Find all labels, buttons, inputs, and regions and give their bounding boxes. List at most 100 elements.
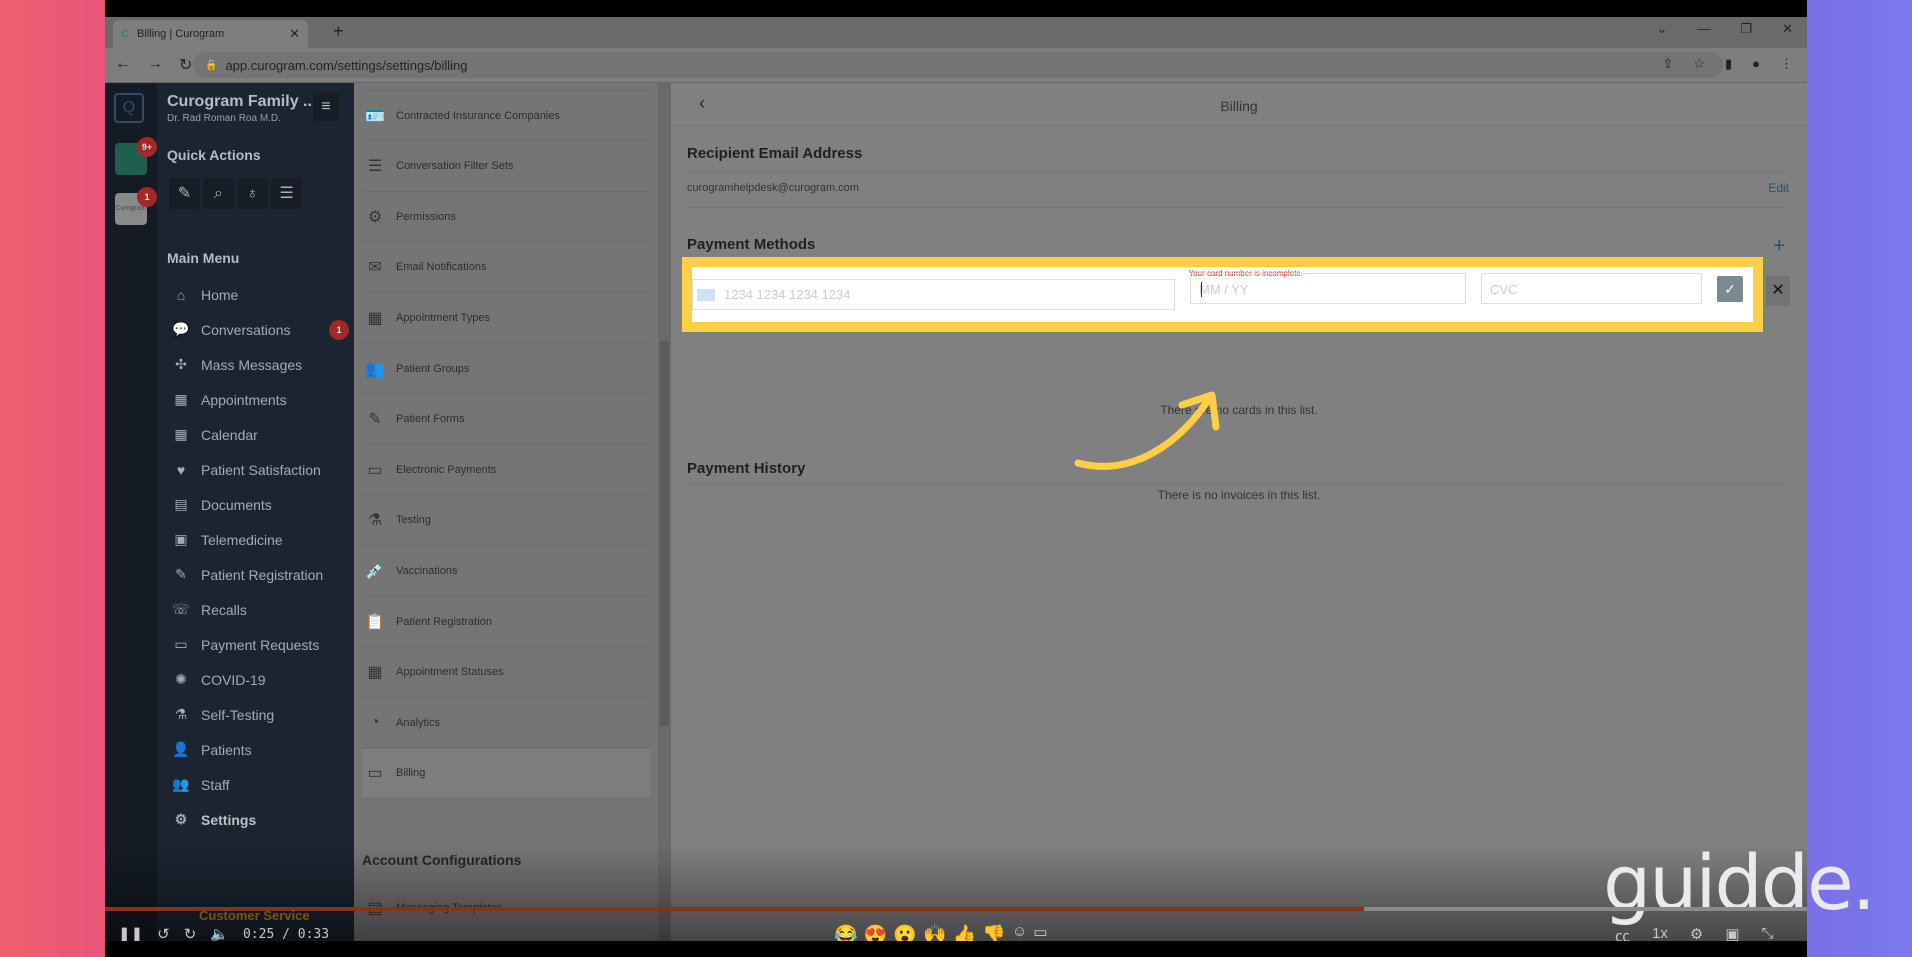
filter-sliders-icon[interactable]: ☰ [271, 178, 302, 209]
settings-item-appointment-types[interactable]: ▦ Appointment Types [362, 293, 650, 344]
no-invoices-message: There is no invoices in this list. [1157, 488, 1321, 502]
sidebar-item-conversations[interactable]: 💬 Conversations 1 [169, 312, 349, 347]
reload-icon[interactable]: ↻ [179, 55, 192, 75]
scrollbar-thumb[interactable] [660, 341, 669, 726]
settings-item-label: Patient Forms [396, 413, 465, 426]
main-menu: ⌂ Home 💬 Conversations 1 ✣ Mass Messages ▦ Appoi… [169, 277, 349, 837]
card-number-input[interactable]: 1234 1234 1234 1234 [692, 279, 1175, 310]
settings-item-testing[interactable]: ⚗ Testing [362, 496, 650, 546]
bookmark-star-icon[interactable]: ☆ [1693, 56, 1705, 72]
settings-item-email-notifications[interactable]: ✉ Email Notifications [362, 243, 650, 293]
close-window-icon[interactable]: ✕ [1782, 21, 1793, 37]
payment-history-heading: Payment History [687, 460, 806, 477]
settings-item-patient-forms[interactable]: ✎ Patient Forms [362, 395, 650, 445]
settings-item-analytics[interactable]: ◔ Analytics [362, 698, 650, 749]
main-menu-heading: Main Menu [167, 250, 240, 266]
settings-item-patient-groups[interactable]: 👥 Patient Groups [362, 344, 650, 394]
sidebar-item-label: Self-Testing [201, 706, 275, 723]
settings-item-label: Conversation Filter Sets [396, 160, 514, 173]
settings-item-label: Patient Groups [396, 362, 470, 375]
sidebar-item-telemedicine[interactable]: ▣ Telemedicine [169, 522, 349, 557]
sidebar-item-staff[interactable]: 👥 Staff [169, 767, 349, 802]
letterbox-top [105, 0, 1807, 17]
sidebar-item-covid-19[interactable]: ✺ COVID-19 [169, 662, 349, 697]
annotation-arrow-icon [1074, 391, 1220, 470]
sidebar-item-payment-requests[interactable]: ▭ Payment Requests [169, 627, 349, 662]
conversations-badge: 1 [329, 319, 349, 340]
sidebar-item-patients[interactable]: 👤 Patients [169, 732, 349, 767]
video-progress-bar[interactable] [105, 907, 1807, 911]
patient-registration-icon: ✎ [175, 566, 187, 582]
restore-icon[interactable]: ❐ [1740, 21, 1752, 37]
appointment-statuses-icon: ▦ [367, 664, 383, 682]
settings-item-billing[interactable]: ▭ Billing [362, 748, 650, 799]
sidebar-item-patient-registration[interactable]: ✎ Patient Registration [169, 557, 349, 592]
sidebar-item-label: Documents [201, 496, 272, 513]
settings-item-vaccinations[interactable]: 💉 Vaccinations [362, 546, 650, 597]
sidebar-item-appointments[interactable]: ▦ Appointments [169, 382, 349, 417]
sidebar-item-patient-satisfaction[interactable]: ♥ Patient Satisfaction [169, 452, 349, 487]
browser-tab[interactable]: C Billing | Curogram ✕ [113, 20, 308, 48]
close-tab-icon[interactable]: ✕ [289, 26, 300, 42]
cvc-input[interactable]: CVC [1481, 273, 1702, 304]
sidebar-item-calendar[interactable]: ▦ Calendar [169, 417, 349, 452]
calendar-icon: ▦ [174, 426, 188, 442]
sidebar-item-recalls[interactable]: ☏ Recalls [169, 592, 349, 627]
patient-icon[interactable]: ♁ [237, 178, 268, 209]
electronic-payments-icon: ▭ [367, 461, 383, 479]
tab-bar: C Billing | Curogram ✕ + ⌄ — ❐ ✕ [105, 17, 1807, 48]
settings-item-label: Permissions [396, 210, 456, 223]
app: Q 9+ Curogram 1 Curogram Family ... Dr. … [105, 83, 1807, 941]
sidebar-item-self-testing[interactable]: ⚗ Self-Testing [169, 697, 349, 732]
tab-search-icon[interactable]: ⌄ [1657, 21, 1668, 37]
sidebar-item-home[interactable]: ⌂ Home [169, 277, 349, 312]
forward-icon[interactable]: → [147, 55, 163, 75]
home-icon: ⌂ [176, 286, 186, 303]
minimize-icon[interactable]: — [1697, 21, 1710, 37]
browser-window: C Billing | Curogram ✕ + ⌄ — ❐ ✕ ← → ↻ 🔒 app.cur… [105, 17, 1807, 941]
doctor-name: Dr. Rad Roman Roa M.D. [167, 113, 281, 124]
org-name[interactable]: Curogram Family ... [167, 93, 316, 111]
edit-email-link[interactable]: Edit [1768, 181, 1789, 195]
sidebar-item-settings[interactable]: ⚙ Settings [169, 802, 349, 837]
highlight-box: Your card number is incomplete. 1234 123… [682, 257, 1763, 332]
side-panel-icon[interactable]: ▮ [1725, 56, 1732, 72]
chapter-label: Customer Service [199, 908, 310, 923]
settings-item-electronic-payments[interactable]: ▭ Electronic Payments [362, 445, 650, 496]
sidebar-item-label: Patient Registration [201, 566, 324, 583]
settings-item-contracted-insurance-companies[interactable]: 🪪 Contracted Insurance Companies [362, 91, 650, 141]
settings-scrollbar[interactable] [658, 83, 671, 941]
sidebar-item-documents[interactable]: ▤ Documents [169, 487, 349, 522]
card-form: Your card number is incomplete. 1234 123… [692, 267, 1753, 322]
appointment-types-icon: ▦ [367, 309, 383, 327]
share-icon[interactable]: ⇪ [1662, 56, 1673, 72]
settings-item-conversation-filter-sets[interactable]: ☰ Conversation Filter Sets [362, 142, 650, 192]
rail-badge: 9+ [137, 137, 157, 157]
settings-item-partial[interactable] [362, 83, 650, 91]
patients-icon: 👤 [172, 741, 190, 757]
recipient-email-heading: Recipient Email Address [687, 145, 863, 162]
confirm-check-button[interactable]: ✓ [1717, 276, 1743, 302]
cancel-x-button[interactable]: ✕ [1766, 276, 1790, 306]
new-tab-button[interactable]: + [333, 21, 344, 42]
settings-item-permissions[interactable]: ⚙ Permissions [362, 192, 650, 243]
profile-avatar[interactable]: ● [1752, 56, 1760, 72]
compose-icon[interactable]: ✎ [169, 178, 200, 209]
search-icon[interactable]: ⌕ [203, 178, 234, 209]
divider [687, 483, 1787, 484]
url-input[interactable]: 🔒 app.curogram.com/settings/settings/bill… [193, 52, 1723, 78]
add-payment-method-icon[interactable]: + [1773, 235, 1785, 258]
sidebar-item-mass-messages[interactable]: ✣ Mass Messages [169, 347, 349, 382]
expiry-input[interactable]: MM / YY [1190, 273, 1466, 304]
patient-forms-icon: ✎ [368, 411, 382, 429]
back-icon[interactable]: ← [115, 55, 131, 75]
patient-groups-icon: 👥 [365, 360, 385, 378]
conversation-filter-sets-icon: ☰ [367, 158, 383, 176]
menu-kebab-icon[interactable]: ⋮ [1780, 56, 1793, 72]
settings-item-patient-registration[interactable]: 📋 Patient Registration [362, 597, 650, 647]
settings-item-appointment-statuses[interactable]: ▦ Appointment Statuses [362, 648, 650, 698]
curogram-logo-icon[interactable]: Q [114, 93, 144, 123]
hamburger-menu-icon[interactable]: ≡ [313, 93, 339, 121]
sidebar-item-label: Calendar [201, 426, 258, 443]
recipient-email: curogramhelpdesk@curogram.com [687, 182, 859, 194]
